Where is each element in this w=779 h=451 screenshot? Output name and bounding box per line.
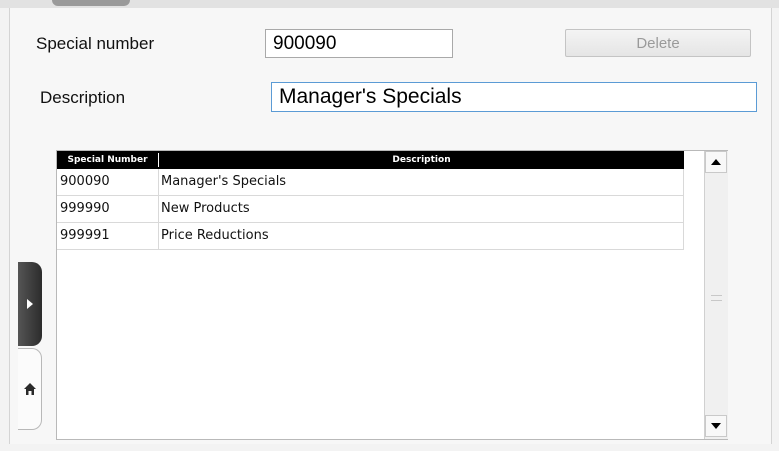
vertical-scrollbar[interactable] xyxy=(704,151,728,439)
play-right-icon xyxy=(27,299,33,309)
home-icon xyxy=(23,383,36,395)
cell-description: Manager's Specials xyxy=(161,174,287,189)
specials-table: Special Number Description 900090 Manage… xyxy=(56,150,728,440)
table-header: Special Number Description xyxy=(57,151,684,169)
expand-side-tab[interactable] xyxy=(18,262,42,346)
home-side-tab[interactable] xyxy=(18,348,42,430)
special-number-input[interactable] xyxy=(265,29,453,58)
delete-button[interactable]: Delete xyxy=(565,29,751,57)
table-row[interactable]: 900090 Manager's Specials xyxy=(57,169,684,196)
column-header-description[interactable]: Description xyxy=(159,151,684,169)
description-input[interactable] xyxy=(271,82,757,112)
cell-description: Price Reductions xyxy=(161,228,269,243)
arrow-up-icon[interactable] xyxy=(705,151,727,173)
special-number-label: Special number xyxy=(36,34,155,53)
table-row[interactable]: 999990 New Products xyxy=(57,196,684,223)
table-row[interactable]: 999991 Price Reductions xyxy=(57,223,684,250)
column-header-special-number[interactable]: Special Number xyxy=(57,151,158,169)
cell-special-number: 999990 xyxy=(60,201,110,216)
cell-description: New Products xyxy=(161,201,250,216)
cell-special-number: 900090 xyxy=(60,174,110,189)
delete-button-label: Delete xyxy=(636,34,680,52)
column-divider xyxy=(158,169,159,250)
arrow-down-icon[interactable] xyxy=(705,415,727,437)
top-tab[interactable] xyxy=(52,0,130,6)
description-label: Description xyxy=(40,88,126,107)
column-divider xyxy=(683,169,684,250)
scroll-grip[interactable] xyxy=(711,295,722,301)
cell-special-number: 999991 xyxy=(60,228,110,243)
